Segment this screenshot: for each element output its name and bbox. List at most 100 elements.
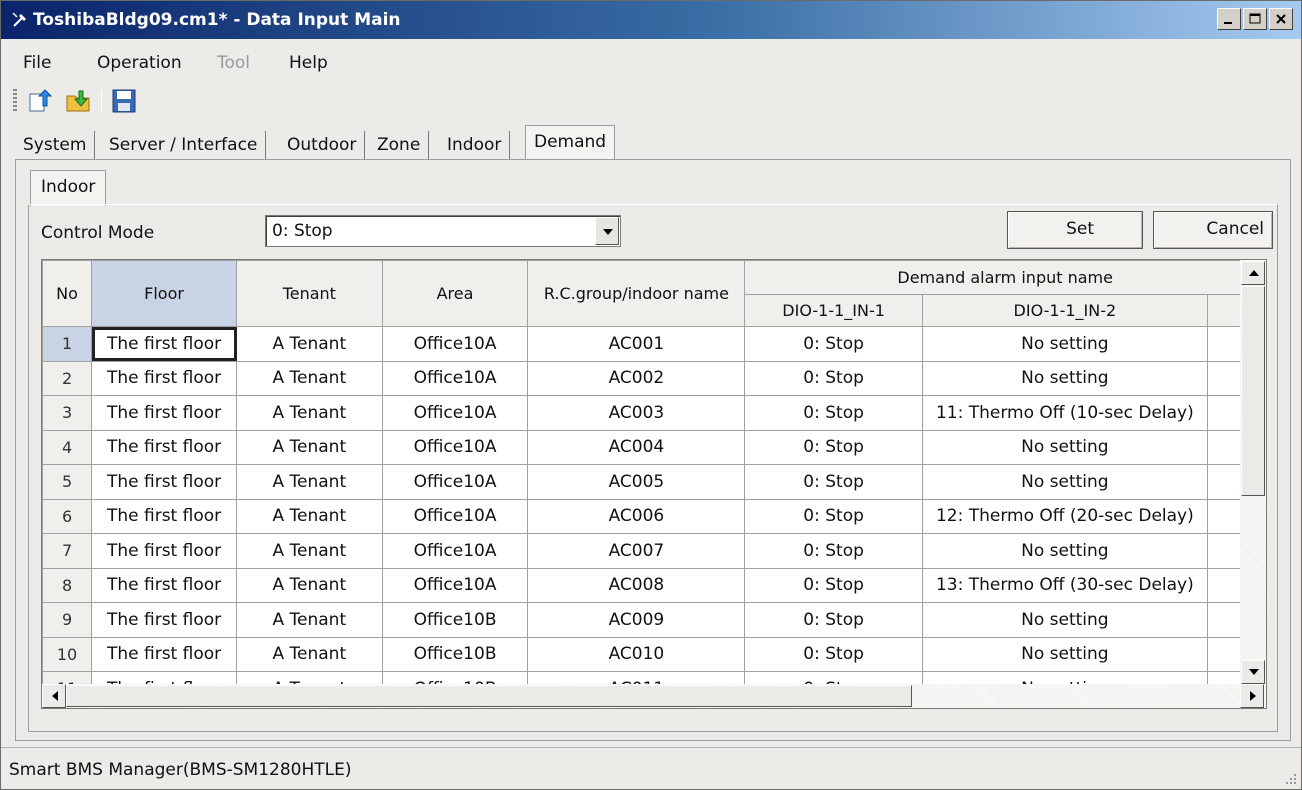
area-cell[interactable]: Office10A <box>381 326 529 362</box>
dio-2-cell[interactable]: 12: Thermo Off (20-sec Delay) <box>921 498 1208 534</box>
row-number-cell[interactable]: 7 <box>42 533 93 569</box>
tab-outdoor[interactable]: Outdoor <box>279 131 366 161</box>
control-mode-dropdown-button[interactable] <box>595 217 619 245</box>
table-row[interactable]: 7 The first floor A Tenant Office10A AC007 0:… <box>42 533 1266 569</box>
floor-cell[interactable]: The first floor <box>91 395 238 431</box>
tab-indoor[interactable]: Indoor <box>439 131 511 161</box>
rc-group-cell[interactable]: AC007 <box>527 533 746 569</box>
table-row[interactable]: 10 The first floor A Tenant Office10B AC010 0… <box>42 636 1266 672</box>
area-cell[interactable]: Office10A <box>381 395 529 431</box>
scroll-up-button[interactable] <box>1241 261 1265 285</box>
row-number-cell[interactable]: 3 <box>42 395 93 431</box>
floor-cell[interactable]: The first floor <box>91 498 238 534</box>
table-row[interactable]: 2 The first floor A Tenant Office10A AC002 0:… <box>42 360 1266 396</box>
row-number-cell[interactable]: 1 <box>42 326 93 362</box>
table-row[interactable]: 1 The first floor A Tenant Office10A AC001 0:… <box>42 326 1266 362</box>
menu-operation[interactable]: Operation <box>97 53 182 73</box>
tenant-cell[interactable]: A Tenant <box>236 602 383 638</box>
floor-cell[interactable]: The first floor <box>91 326 238 362</box>
table-row[interactable]: 6 The first floor A Tenant Office10A AC006 0:… <box>42 498 1266 534</box>
scroll-left-button[interactable] <box>42 684 66 708</box>
header-no[interactable]: No <box>42 260 93 327</box>
area-cell[interactable]: Office10B <box>381 636 529 672</box>
area-cell[interactable]: Office10A <box>381 567 529 603</box>
dio-1-cell[interactable]: 0: Stop <box>744 326 923 362</box>
row-number-cell[interactable]: 6 <box>42 498 93 534</box>
dio-1-cell[interactable]: 0: Stop <box>744 429 923 465</box>
area-cell[interactable]: Office10A <box>381 464 529 500</box>
vertical-scroll-thumb[interactable] <box>1241 286 1265 496</box>
dio-2-cell[interactable]: No setting <box>921 602 1208 638</box>
area-cell[interactable]: Office10A <box>381 429 529 465</box>
tenant-cell[interactable]: A Tenant <box>236 567 383 603</box>
export-button[interactable] <box>27 88 53 114</box>
rc-group-cell[interactable]: AC005 <box>527 464 746 500</box>
save-button[interactable] <box>111 88 137 114</box>
dio-1-cell[interactable]: 0: Stop <box>744 395 923 431</box>
close-button[interactable] <box>1269 8 1293 30</box>
control-mode-select[interactable]: 0: Stop <box>265 215 621 247</box>
dio-2-cell[interactable]: No setting <box>921 360 1208 396</box>
floor-cell[interactable]: The first floor <box>91 360 238 396</box>
row-number-cell[interactable]: 2 <box>42 360 93 396</box>
dio-2-cell[interactable]: No setting <box>921 636 1208 672</box>
horizontal-scrollbar[interactable] <box>42 684 1266 708</box>
header-dio-2[interactable]: DIO-1-1_IN-2 <box>921 294 1208 327</box>
dio-2-cell[interactable]: No setting <box>921 429 1208 465</box>
dio-1-cell[interactable]: 0: Stop <box>744 602 923 638</box>
rc-group-cell[interactable]: AC009 <box>527 602 746 638</box>
row-number-cell[interactable]: 5 <box>42 464 93 500</box>
tenant-cell[interactable]: A Tenant <box>236 533 383 569</box>
dio-1-cell[interactable]: 0: Stop <box>744 498 923 534</box>
area-cell[interactable]: Office10A <box>381 360 529 396</box>
menu-file[interactable]: File <box>23 53 51 73</box>
rc-group-cell[interactable]: AC010 <box>527 636 746 672</box>
table-row[interactable]: 8 The first floor A Tenant Office10A AC008 0:… <box>42 567 1266 603</box>
dio-1-cell[interactable]: 0: Stop <box>744 464 923 500</box>
area-cell[interactable]: Office10A <box>381 498 529 534</box>
maximize-button[interactable] <box>1243 8 1267 30</box>
header-demand-group[interactable]: Demand alarm input name <box>744 260 1266 295</box>
tenant-cell[interactable]: A Tenant <box>236 360 383 396</box>
set-button[interactable]: Set <box>1007 211 1143 249</box>
header-floor[interactable]: Floor <box>91 260 238 327</box>
header-area[interactable]: Area <box>381 260 529 327</box>
scroll-down-button[interactable] <box>1241 660 1265 684</box>
floor-cell[interactable]: The first floor <box>91 464 238 500</box>
subtab-indoor[interactable]: Indoor <box>30 170 107 206</box>
vertical-scrollbar[interactable] <box>1240 260 1266 686</box>
floor-cell[interactable]: The first floor <box>91 636 238 672</box>
tab-demand[interactable]: Demand <box>525 125 616 161</box>
menu-help[interactable]: Help <box>289 53 328 73</box>
row-number-cell[interactable]: 4 <box>42 429 93 465</box>
row-number-cell[interactable]: 10 <box>42 636 93 672</box>
floor-cell[interactable]: The first floor <box>91 602 238 638</box>
resize-grip-icon[interactable] <box>1283 771 1297 785</box>
area-cell[interactable]: Office10A <box>381 533 529 569</box>
tenant-cell[interactable]: A Tenant <box>236 636 383 672</box>
title-bar[interactable]: ToshibaBldg09.cm1* - Data Input Main <box>1 1 1301 39</box>
scroll-right-button[interactable] <box>1240 684 1264 708</box>
minimize-button[interactable] <box>1217 8 1241 30</box>
table-row[interactable]: 9 The first floor A Tenant Office10B AC009 0:… <box>42 602 1266 638</box>
dio-1-cell[interactable]: 0: Stop <box>744 533 923 569</box>
floor-cell[interactable]: The first floor <box>91 429 238 465</box>
dio-1-cell[interactable]: 0: Stop <box>744 360 923 396</box>
rc-group-cell[interactable]: AC004 <box>527 429 746 465</box>
tenant-cell[interactable]: A Tenant <box>236 429 383 465</box>
demand-data-grid[interactable]: No Floor Tenant Area R.C.group/indoor na… <box>41 259 1267 709</box>
dio-2-cell[interactable]: No setting <box>921 533 1208 569</box>
toolbar-grip[interactable] <box>13 89 17 113</box>
tenant-cell[interactable]: A Tenant <box>236 464 383 500</box>
header-rc-group[interactable]: R.C.group/indoor name <box>527 260 746 327</box>
floor-cell[interactable]: The first floor <box>91 533 238 569</box>
dio-1-cell[interactable]: 0: Stop <box>744 567 923 603</box>
table-row[interactable]: 3 The first floor A Tenant Office10A AC003 0:… <box>42 395 1266 431</box>
menu-tool[interactable]: Tool <box>217 53 250 73</box>
header-tenant[interactable]: Tenant <box>236 260 383 327</box>
dio-2-cell[interactable]: 11: Thermo Off (10-sec Delay) <box>921 395 1208 431</box>
row-number-cell[interactable]: 9 <box>42 602 93 638</box>
area-cell[interactable]: Office10B <box>381 602 529 638</box>
rc-group-cell[interactable]: AC002 <box>527 360 746 396</box>
tab-zone[interactable]: Zone <box>369 131 430 161</box>
